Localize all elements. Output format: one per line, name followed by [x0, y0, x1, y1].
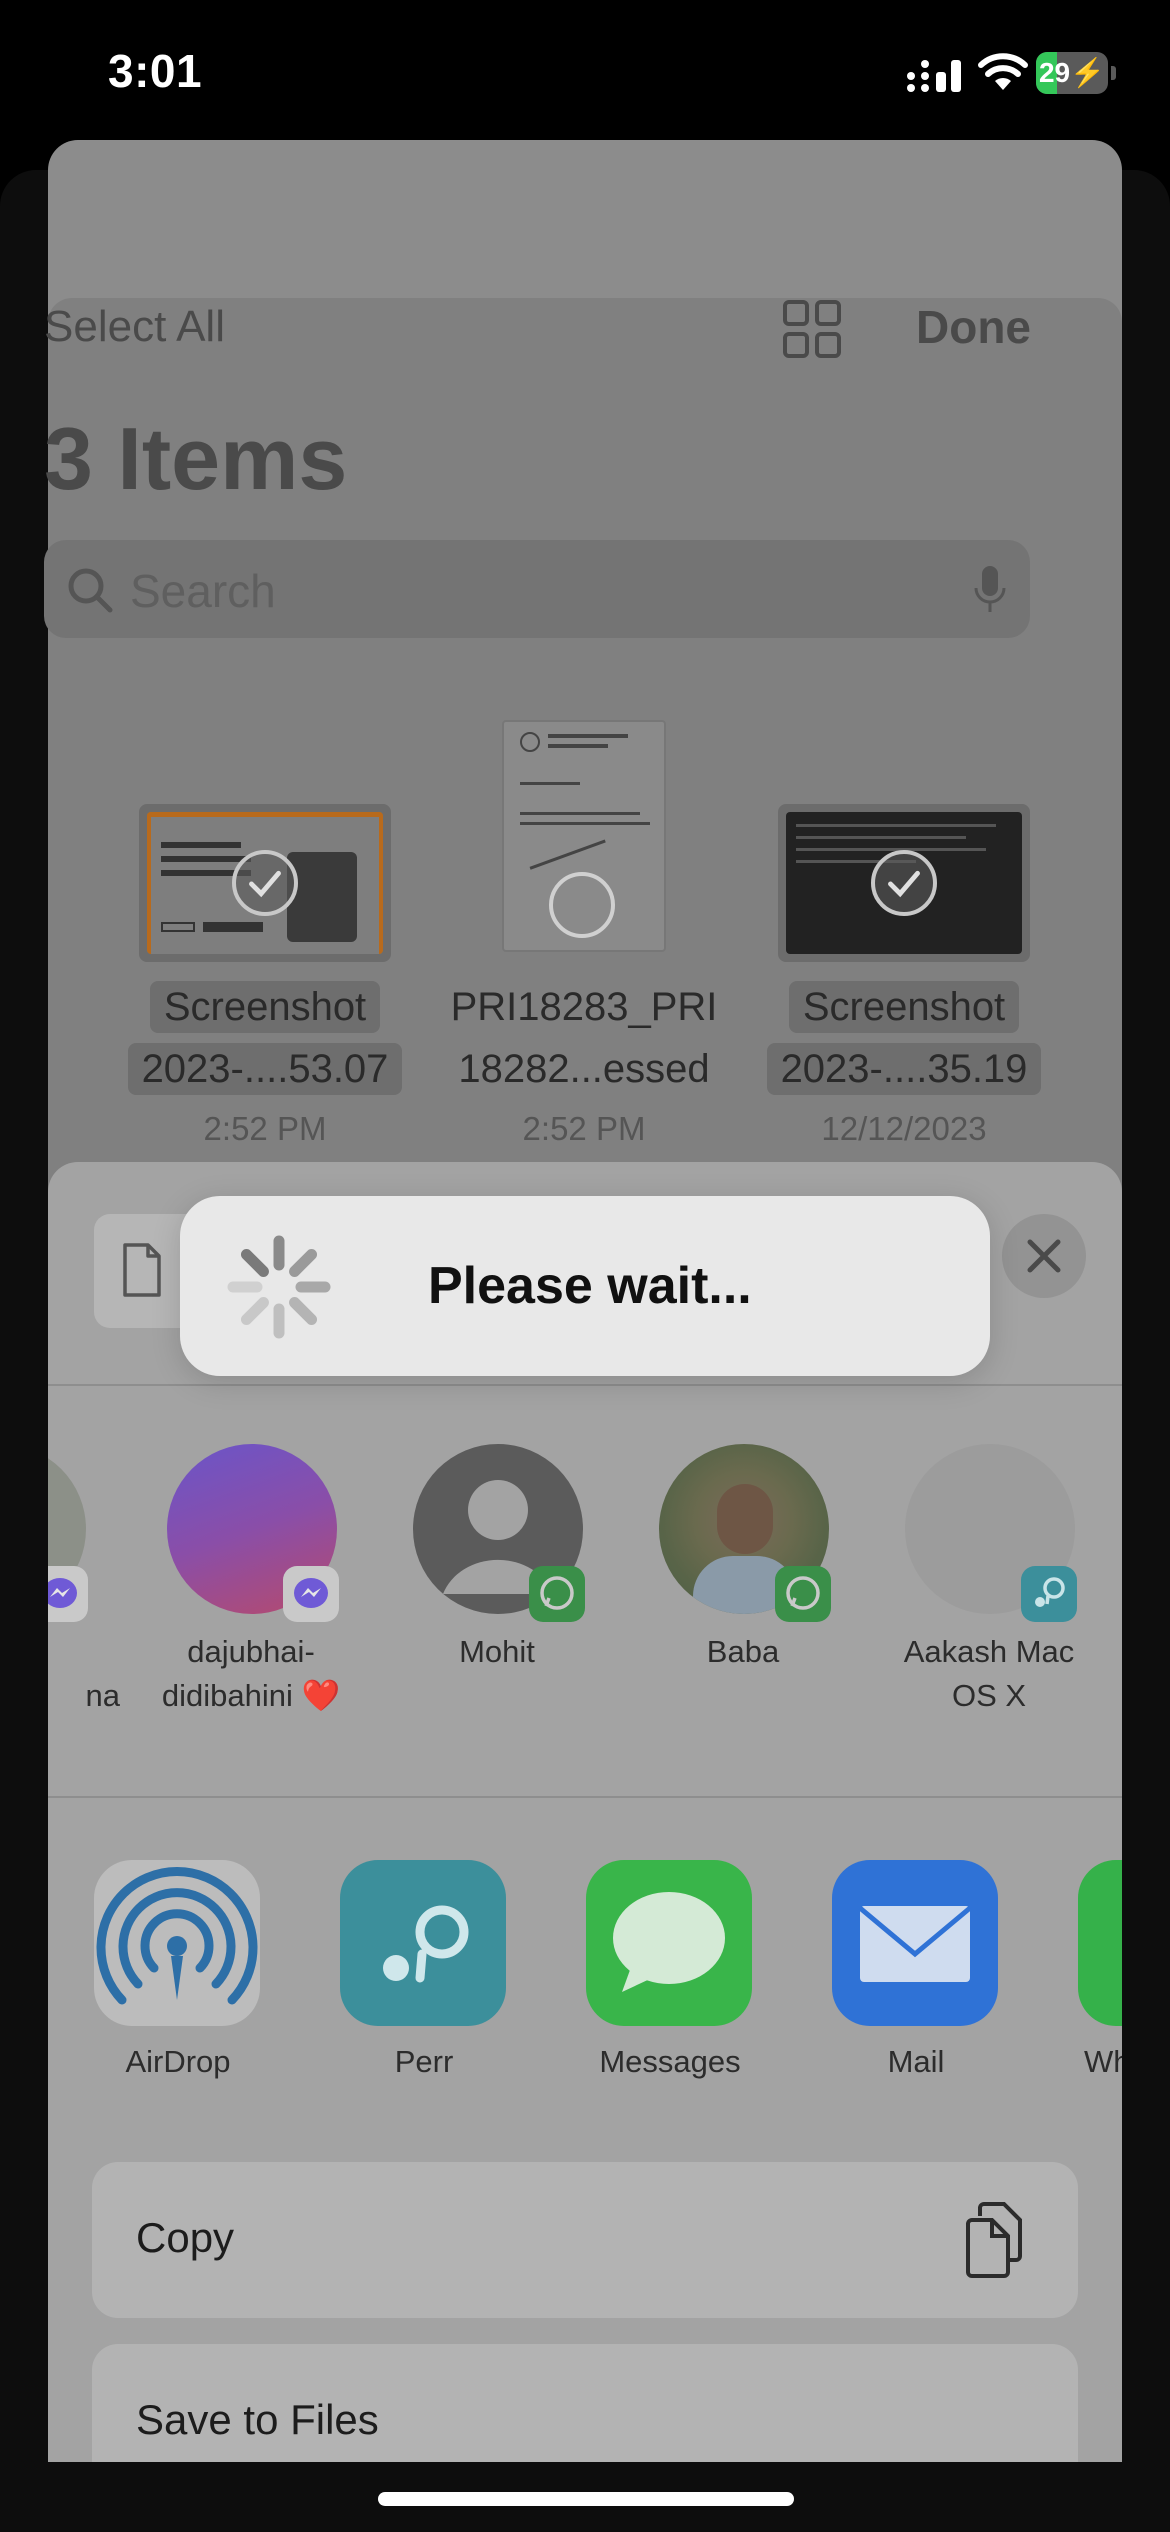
file-thumbnail [139, 804, 391, 962]
file-date: 2:52 PM [203, 1110, 327, 1147]
divider [48, 1384, 1122, 1386]
app-label: AirDrop [125, 2044, 231, 2079]
microphone-icon[interactable] [972, 564, 1008, 616]
selected-checkmark-icon [871, 850, 937, 916]
grid-view-icon[interactable] [783, 300, 841, 358]
divider [48, 1796, 1122, 1798]
close-icon [1027, 1239, 1061, 1273]
file-name-line2: 18282...essed [458, 1047, 710, 1091]
document-icon [123, 1243, 161, 1297]
page-title: 3 Items [44, 409, 348, 508]
selection-circle-icon [549, 872, 615, 938]
file-name-line2: 2023-....35.19 [754, 1038, 1054, 1100]
app-label: Messages [599, 2044, 741, 2079]
status-time: 3:01 [108, 45, 203, 97]
home-indicator[interactable] [378, 2492, 794, 2506]
file-date: 2:52 PM [522, 1110, 646, 1147]
done-button[interactable]: Done [916, 300, 1031, 354]
battery-indicator: 29⚡ [1036, 52, 1116, 94]
file-name-line1: Screenshot [115, 976, 415, 1038]
loading-spinner-icon [227, 1235, 331, 1339]
status-bar: 3:01 29⚡ [0, 0, 1170, 140]
select-all-button[interactable]: Select All [44, 302, 225, 352]
messenger-icon [283, 1566, 339, 1622]
file-name-line1: Screenshot [754, 976, 1054, 1038]
messages-icon [586, 1860, 752, 2026]
airdrop-icon [94, 1860, 260, 2026]
app-label: Mail [887, 2044, 945, 2079]
messenger-icon [48, 1566, 88, 1622]
battery-percent: 29 [1038, 57, 1071, 88]
contact-name: Aakash Mac OS X [903, 1634, 1075, 1713]
file-name-line1: PRI18283_PRI [450, 985, 718, 1029]
contact-name: dajubhai-didibahini ❤️ [161, 1634, 341, 1713]
wifi-icon [978, 53, 1028, 90]
action-label: Copy [136, 2214, 235, 2261]
whatsapp-icon [1078, 1860, 1122, 2026]
perr-icon [1021, 1566, 1077, 1622]
app-label: Wh [1084, 2044, 1122, 2079]
contact-name: Baba [706, 1634, 780, 1669]
selected-checkmark-icon [232, 850, 298, 916]
file-thumbnail [502, 720, 666, 952]
whatsapp-icon [775, 1566, 831, 1622]
contact-name: na [85, 1678, 120, 1713]
please-wait-dialog: Please wait... [180, 1196, 990, 1376]
action-label: Save to Files [136, 2396, 379, 2443]
whatsapp-icon [529, 1566, 585, 1622]
mail-icon [832, 1860, 998, 2026]
app-label: Perr [394, 2044, 454, 2079]
search-icon [68, 568, 113, 613]
file-name-line2: 2023-....53.07 [115, 1038, 415, 1100]
file-date: 12/12/2023 [821, 1110, 987, 1147]
cellular-signal-icon [907, 60, 961, 92]
perr-icon [340, 1860, 506, 2026]
search-placeholder: Search [130, 565, 276, 617]
contact-name: Mohit [459, 1634, 535, 1669]
search-field[interactable]: Search [44, 540, 1030, 638]
save-to-files-action[interactable]: Save to Files [92, 2344, 1078, 2462]
copy-icon [966, 2202, 1022, 2278]
copy-action[interactable]: Copy [92, 2162, 1078, 2318]
file-thumbnail [778, 804, 1030, 962]
wait-message: Please wait... [428, 1257, 752, 1315]
close-button[interactable] [1002, 1214, 1086, 1298]
